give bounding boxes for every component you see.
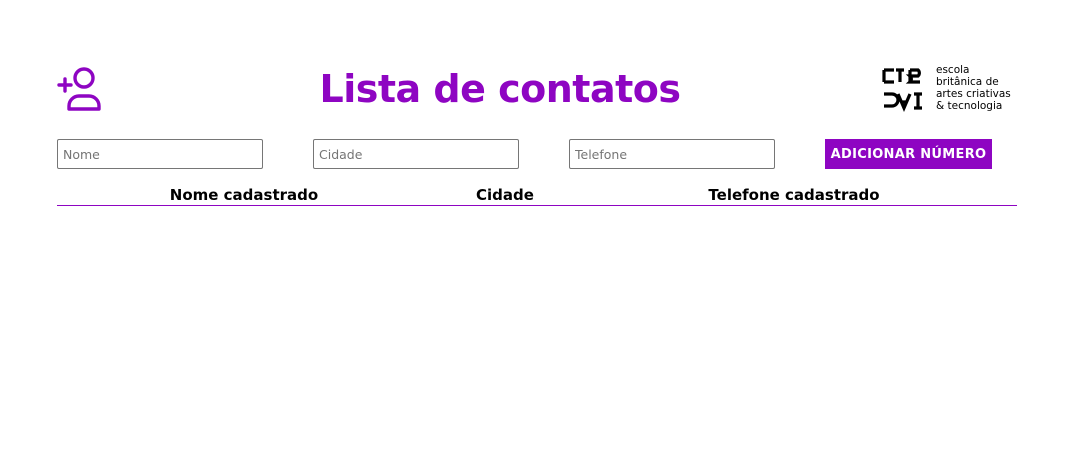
- add-number-button[interactable]: ADICIONAR NÚMERO: [825, 139, 992, 169]
- contacts-table-header: Nome cadastrado Cidade Telefone cadastra…: [57, 186, 1017, 206]
- column-header-name: Nome cadastrado: [169, 186, 319, 204]
- name-input[interactable]: [57, 139, 263, 169]
- city-input[interactable]: [313, 139, 519, 169]
- ebac-logo-mark: [880, 66, 932, 114]
- column-header-phone: Telefone cadastrado: [708, 186, 880, 204]
- column-header-city: Cidade: [476, 186, 534, 204]
- logo-line: britânica de: [936, 76, 999, 88]
- phone-input[interactable]: [569, 139, 775, 169]
- logo-line: & tecnologia: [936, 100, 1003, 112]
- page-title: Lista de contatos: [319, 67, 681, 111]
- logo-line: escola: [936, 64, 970, 76]
- ebac-logo-text: escola britânica de artes criativas & te…: [936, 64, 1032, 112]
- logo-line: artes criativas: [936, 88, 1011, 100]
- ebac-logo: escola britânica de artes criativas & te…: [880, 64, 1030, 116]
